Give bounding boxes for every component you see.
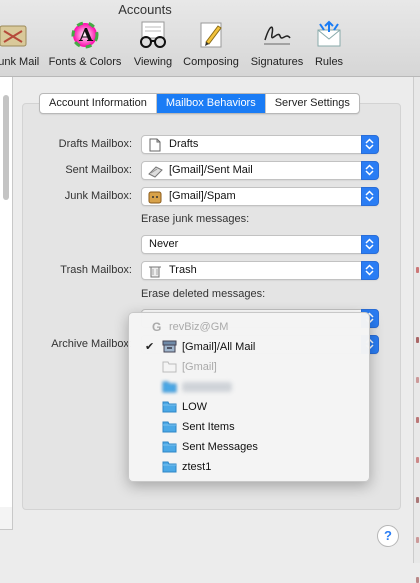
trash-mailbox-label: Trash Mailbox: xyxy=(60,264,132,276)
window-title: Accounts xyxy=(118,2,172,17)
document-icon xyxy=(148,138,162,152)
svg-text:G: G xyxy=(152,320,161,333)
tab-bar: Account Information Mailbox Behaviors Se… xyxy=(39,93,360,114)
erase-junk-select[interactable]: Never xyxy=(141,235,379,254)
rules-icon xyxy=(314,20,344,50)
checkmark-icon: ✔ xyxy=(145,341,155,353)
junk-mailbox-label: Junk Mailbox: xyxy=(64,190,132,202)
toolbar: Accounts Junk Mail A Fonts & Colors View… xyxy=(0,0,420,77)
sent-icon xyxy=(148,164,163,178)
menu-item-gmail: [Gmail] xyxy=(129,357,369,377)
trash-mailbox-select[interactable]: Trash xyxy=(141,261,379,280)
redacted-label xyxy=(182,382,232,392)
fonts-colors-icon: A xyxy=(70,20,100,50)
tab-account-information[interactable]: Account Information xyxy=(40,94,157,113)
menu-item-low[interactable]: LOW xyxy=(129,397,369,417)
menu-item-label: Sent Items xyxy=(182,421,235,433)
chevron-updown-icon xyxy=(361,261,379,280)
toolbar-rules[interactable]: Rules xyxy=(313,20,345,72)
erase-junk-label: Erase junk messages: xyxy=(141,213,250,225)
archive-mailbox-menu: G revBiz@GM ✔ [Gmail]/All Mail [Gmail] L… xyxy=(128,312,370,482)
folder-icon xyxy=(162,400,177,413)
chevron-updown-icon xyxy=(361,235,379,254)
menu-account-label: revBiz@GM xyxy=(169,321,229,333)
background-mark xyxy=(416,577,419,583)
chevron-updown-icon xyxy=(361,187,379,206)
menu-item-label: LOW xyxy=(182,401,208,413)
toolbar-junk-mail[interactable]: Junk Mail xyxy=(0,20,40,72)
archive-box-icon xyxy=(162,340,177,353)
junk-mailbox-value: [Gmail]/Spam xyxy=(169,190,236,202)
drafts-mailbox-value: Drafts xyxy=(169,138,199,150)
glasses-icon xyxy=(138,20,168,50)
background-mark xyxy=(416,537,419,543)
toolbar-label: Fonts & Colors xyxy=(48,56,122,68)
folder-icon xyxy=(162,460,177,473)
help-button[interactable]: ? xyxy=(377,525,399,547)
menu-item-all-mail[interactable]: ✔ [Gmail]/All Mail xyxy=(129,337,369,357)
trash-icon xyxy=(148,264,162,278)
background-mark xyxy=(416,377,419,383)
toolbar-label: Signatures xyxy=(250,56,304,68)
trash-mailbox-value: Trash xyxy=(169,264,197,276)
folder-outline-icon xyxy=(162,360,177,373)
background-mark xyxy=(416,457,419,463)
chevron-updown-icon xyxy=(361,135,379,154)
erase-junk-value: Never xyxy=(149,238,179,250)
sent-mailbox-select[interactable]: [Gmail]/Sent Mail xyxy=(141,161,379,180)
chevron-updown-icon xyxy=(361,161,379,180)
tab-mailbox-behaviors[interactable]: Mailbox Behaviors xyxy=(156,94,266,113)
menu-item-label: [Gmail]/All Mail xyxy=(182,341,256,353)
menu-item-sent-items[interactable]: Sent Items xyxy=(129,417,369,437)
background-mark xyxy=(416,337,419,343)
menu-item-label: Sent Messages xyxy=(182,441,258,453)
folder-icon xyxy=(162,420,177,433)
drafts-mailbox-label: Drafts Mailbox: xyxy=(58,138,132,150)
google-icon: G xyxy=(151,320,166,334)
drafts-mailbox-select[interactable]: Drafts xyxy=(141,135,379,154)
svg-text:A: A xyxy=(78,25,94,46)
menu-item-label: ztest1 xyxy=(182,461,212,473)
menu-item-label: [Gmail] xyxy=(182,361,217,373)
junk-mailbox-select[interactable]: [Gmail]/Spam xyxy=(141,187,379,206)
menu-item-ztest1[interactable]: ztest1 xyxy=(129,457,369,477)
toolbar-label: Junk Mail xyxy=(0,56,40,68)
folder-icon xyxy=(162,380,177,393)
junk-mail-icon xyxy=(0,20,28,50)
toolbar-label: Composing xyxy=(183,56,239,68)
background-mark xyxy=(416,497,419,503)
toolbar-viewing[interactable]: Viewing xyxy=(130,20,176,72)
background-mark xyxy=(416,417,419,423)
menu-account-header: G revBiz@GM xyxy=(129,317,369,337)
toolbar-fonts-colors[interactable]: A Fonts & Colors xyxy=(48,20,122,72)
sent-mailbox-label: Sent Mailbox: xyxy=(65,164,132,176)
menu-item-sent-messages[interactable]: Sent Messages xyxy=(129,437,369,457)
folder-icon xyxy=(162,440,177,453)
toolbar-composing[interactable]: Composing xyxy=(183,20,239,72)
toolbar-signatures[interactable]: Signatures xyxy=(250,20,304,72)
sidebar-footer xyxy=(0,507,13,530)
toolbar-label: Rules xyxy=(314,56,344,68)
toolbar-label: Viewing xyxy=(133,56,173,68)
background-window-strip xyxy=(413,77,420,583)
background-mark xyxy=(416,267,419,273)
menu-item-redacted[interactable] xyxy=(129,377,369,397)
erase-deleted-label: Erase deleted messages: xyxy=(141,288,266,300)
pencil-icon xyxy=(196,20,226,50)
tab-server-settings[interactable]: Server Settings xyxy=(266,94,359,113)
archive-mailbox-label: Archive Mailbox: xyxy=(51,338,132,350)
sent-mailbox-value: [Gmail]/Sent Mail xyxy=(169,164,253,176)
signature-icon xyxy=(262,20,292,50)
junk-icon xyxy=(148,190,162,204)
